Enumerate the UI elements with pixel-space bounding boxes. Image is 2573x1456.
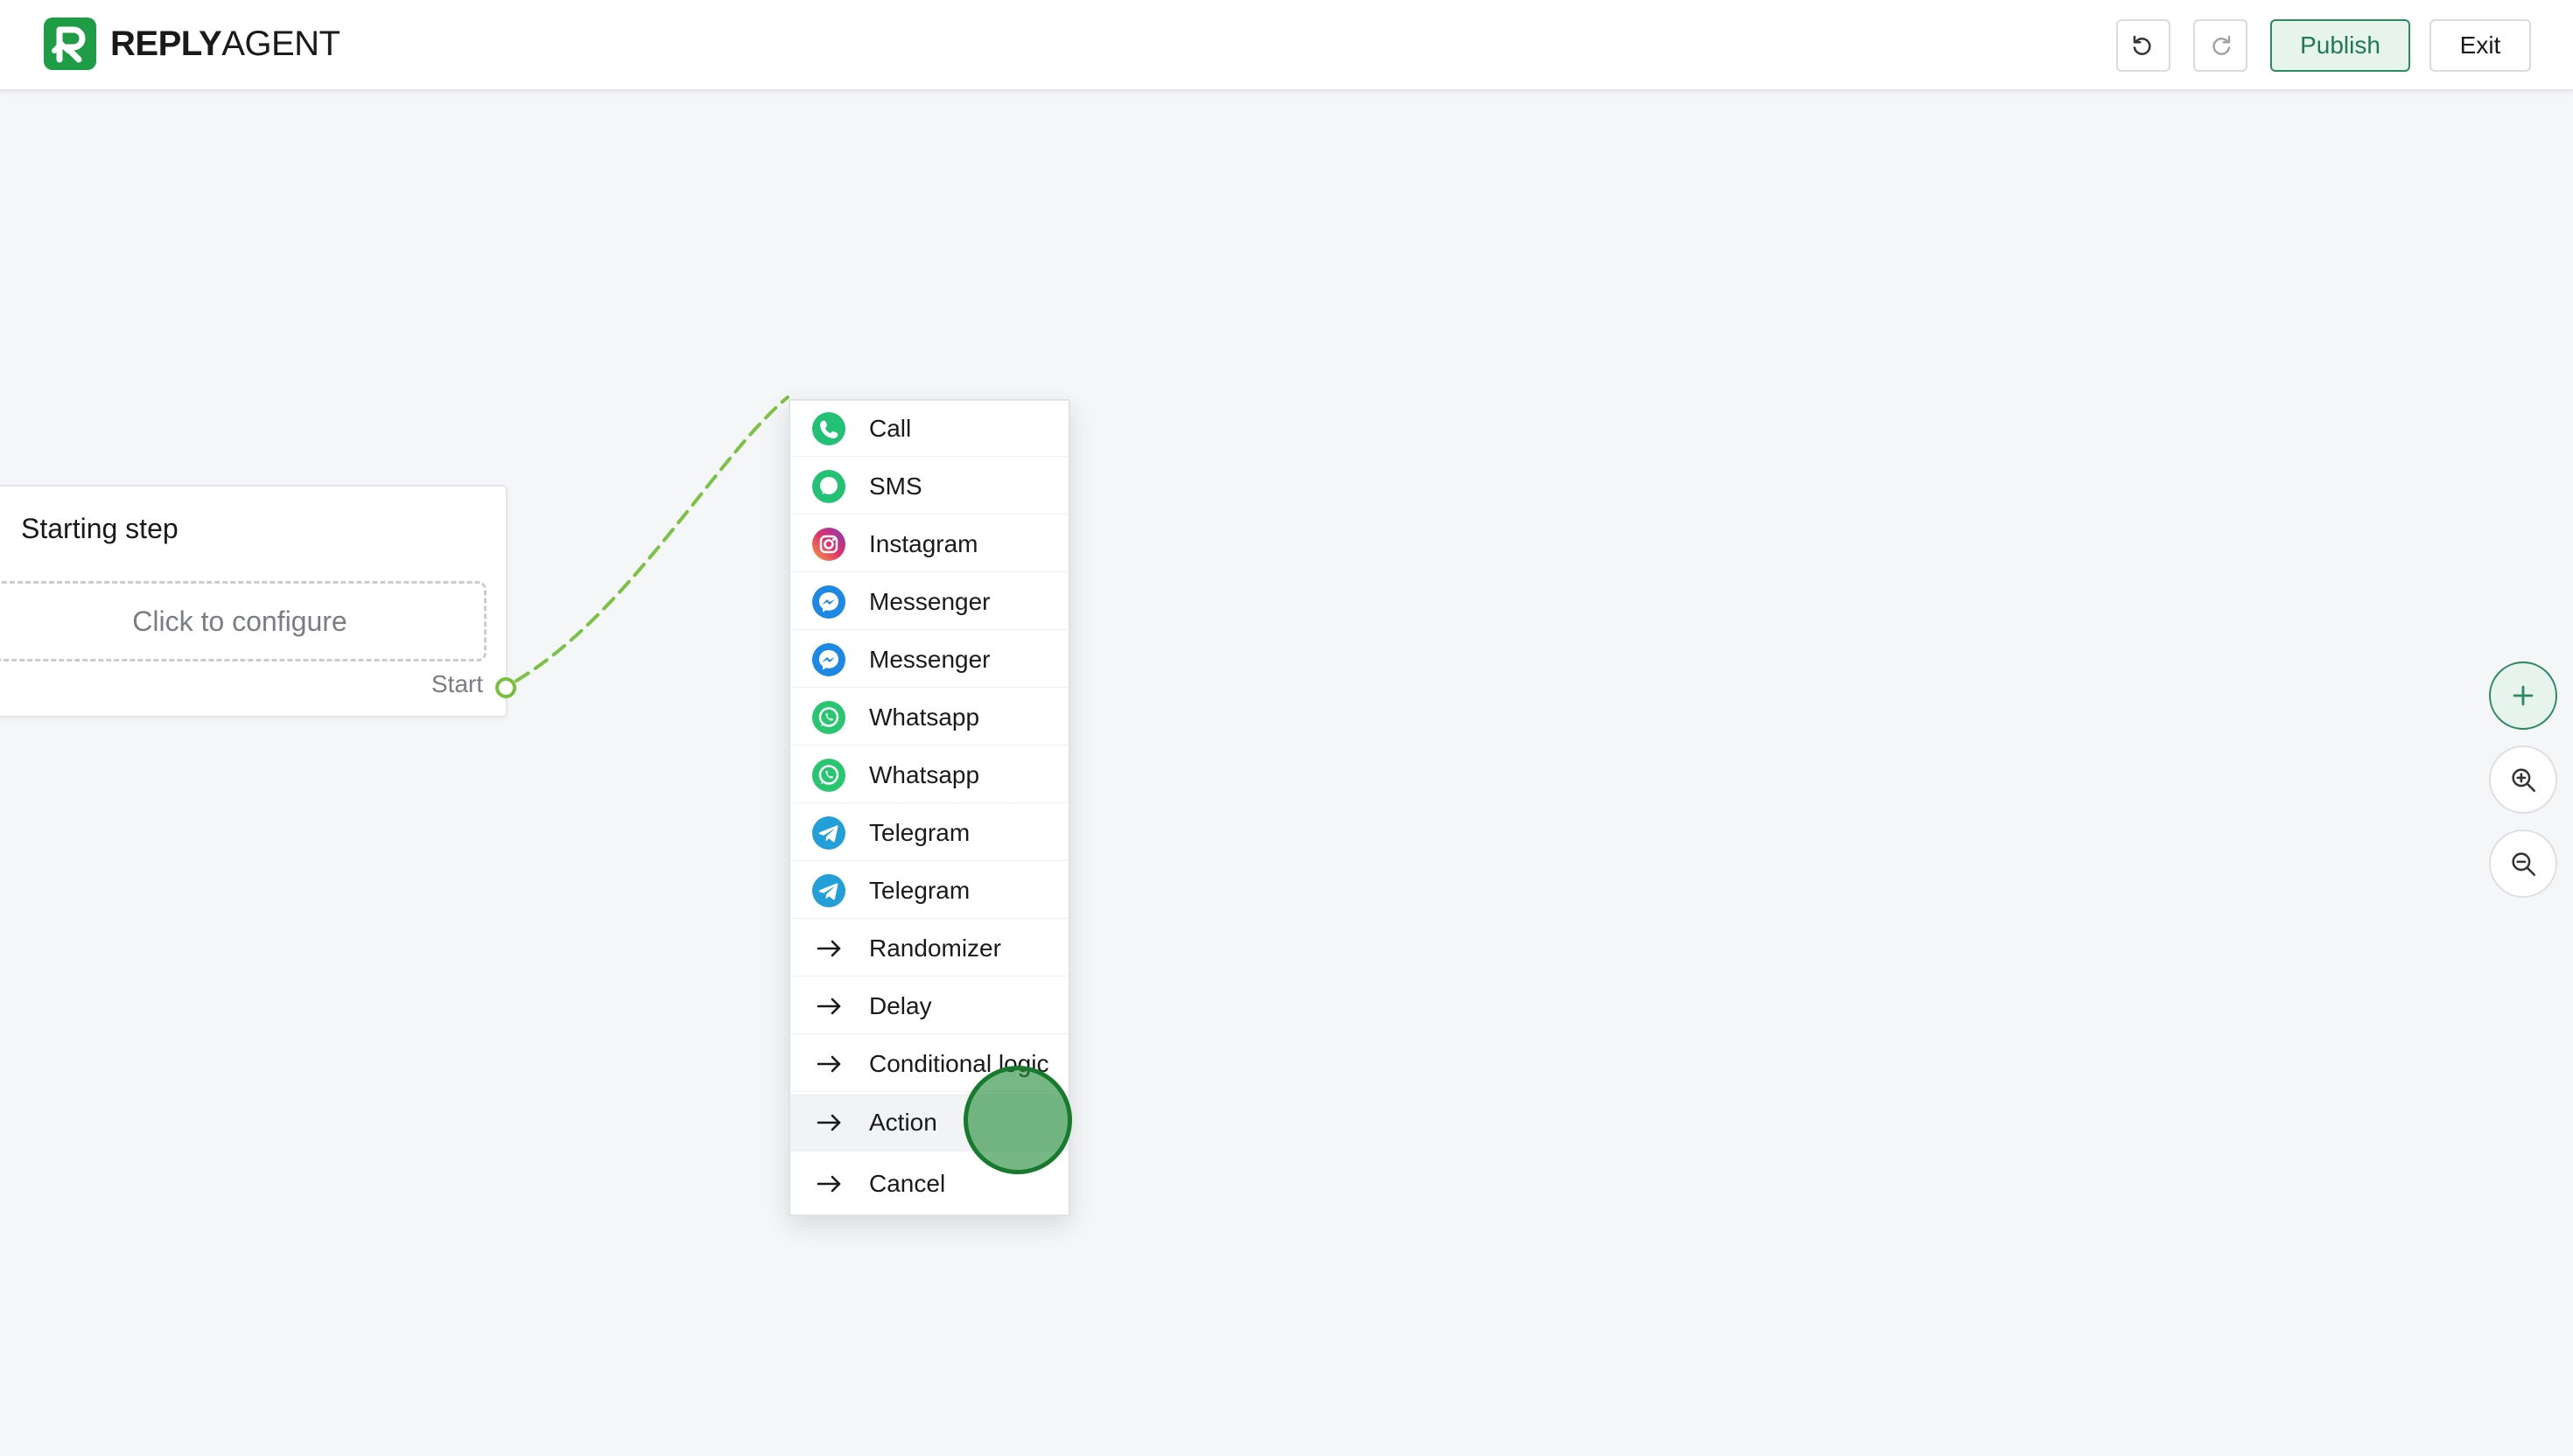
menu-item-label: Messenger (869, 587, 991, 615)
undo-button[interactable] (2116, 19, 2170, 72)
messenger-icon (811, 584, 846, 620)
plus-icon (2513, 685, 2534, 706)
menu-item-randomizer[interactable]: Randomizer (790, 920, 1069, 976)
arrow-right-icon (811, 931, 846, 966)
brand-name-bold: REPLY (110, 24, 222, 63)
menu-item-label: Randomizer (869, 934, 1001, 962)
messenger-icon (811, 642, 846, 677)
menu-item-telegram[interactable]: Telegram (790, 863, 1069, 919)
redo-button[interactable] (2193, 19, 2247, 72)
menu-item-label: Action (869, 1108, 937, 1136)
menu-item-label: Instagram (869, 529, 978, 557)
menu-item-action[interactable]: Action (790, 1094, 1069, 1152)
arrow-right-icon (811, 1046, 846, 1082)
top-header: REPLYAGENT Publish Exit (0, 0, 2573, 91)
menu-item-label: Whatsapp (869, 703, 980, 731)
logo-mark-icon (44, 18, 96, 70)
arrow-right-icon (811, 1166, 846, 1201)
start-port-label: Start (431, 670, 483, 697)
menu-item-whatsapp[interactable]: Whatsapp (790, 690, 1069, 746)
menu-item-label: Telegram (869, 818, 971, 846)
whatsapp-icon (811, 700, 846, 735)
menu-item-label: Delay (869, 991, 932, 1019)
starting-step-card[interactable]: Starting step Click to configure Start (0, 485, 508, 718)
zoom-in-button[interactable] (2489, 746, 2557, 814)
menu-item-label: Call (869, 414, 912, 442)
menu-item-label: Messenger (869, 645, 991, 673)
menu-item-label: Whatsapp (869, 760, 980, 788)
menu-item-label: Telegram (869, 876, 971, 904)
exit-button[interactable]: Exit (2429, 19, 2531, 72)
arrow-right-icon (811, 989, 846, 1024)
sms-bubble-icon (811, 469, 846, 504)
add-step-menu: Call SMS Instagram Messenger Messenger W… (789, 399, 1070, 1216)
telegram-icon (811, 873, 846, 908)
zoom-in-icon (2512, 768, 2536, 793)
instagram-icon (811, 527, 846, 562)
menu-item-sms[interactable]: SMS (790, 458, 1069, 514)
arrow-right-icon (811, 1105, 846, 1140)
undo-icon (2133, 35, 2151, 55)
add-step-button[interactable] (2489, 662, 2557, 730)
menu-item-cancel[interactable]: Cancel (790, 1153, 1069, 1214)
configure-step-button[interactable]: Click to configure (0, 581, 487, 662)
menu-item-label: Cancel (869, 1170, 946, 1197)
menu-item-instagram[interactable]: Instagram (790, 516, 1069, 572)
start-port-handle[interactable] (495, 677, 516, 698)
menu-item-label: Conditional logic (869, 1049, 1049, 1077)
step-title: Starting step (21, 513, 179, 544)
menu-item-messenger[interactable]: Messenger (790, 632, 1069, 688)
menu-item-call[interactable]: Call (790, 401, 1069, 457)
menu-item-whatsapp[interactable]: Whatsapp (790, 747, 1069, 803)
telegram-icon (811, 816, 846, 850)
menu-item-delay[interactable]: Delay (790, 978, 1069, 1034)
brand-name-light: AGENT (221, 24, 340, 63)
phone-icon (811, 411, 846, 446)
brand-name: REPLYAGENT (110, 24, 340, 64)
zoom-out-button[interactable] (2489, 830, 2557, 898)
redo-icon (2212, 35, 2231, 55)
flow-connector (515, 396, 789, 682)
menu-item-conditional-logic[interactable]: Conditional logic (790, 1036, 1069, 1092)
app-logo[interactable]: REPLYAGENT (42, 16, 340, 72)
menu-item-messenger[interactable]: Messenger (790, 574, 1069, 630)
zoom-out-icon (2512, 852, 2536, 877)
publish-button[interactable]: Publish (2270, 19, 2410, 72)
menu-item-telegram[interactable]: Telegram (790, 805, 1069, 861)
menu-item-label: SMS (869, 472, 922, 500)
whatsapp-icon (811, 758, 846, 793)
